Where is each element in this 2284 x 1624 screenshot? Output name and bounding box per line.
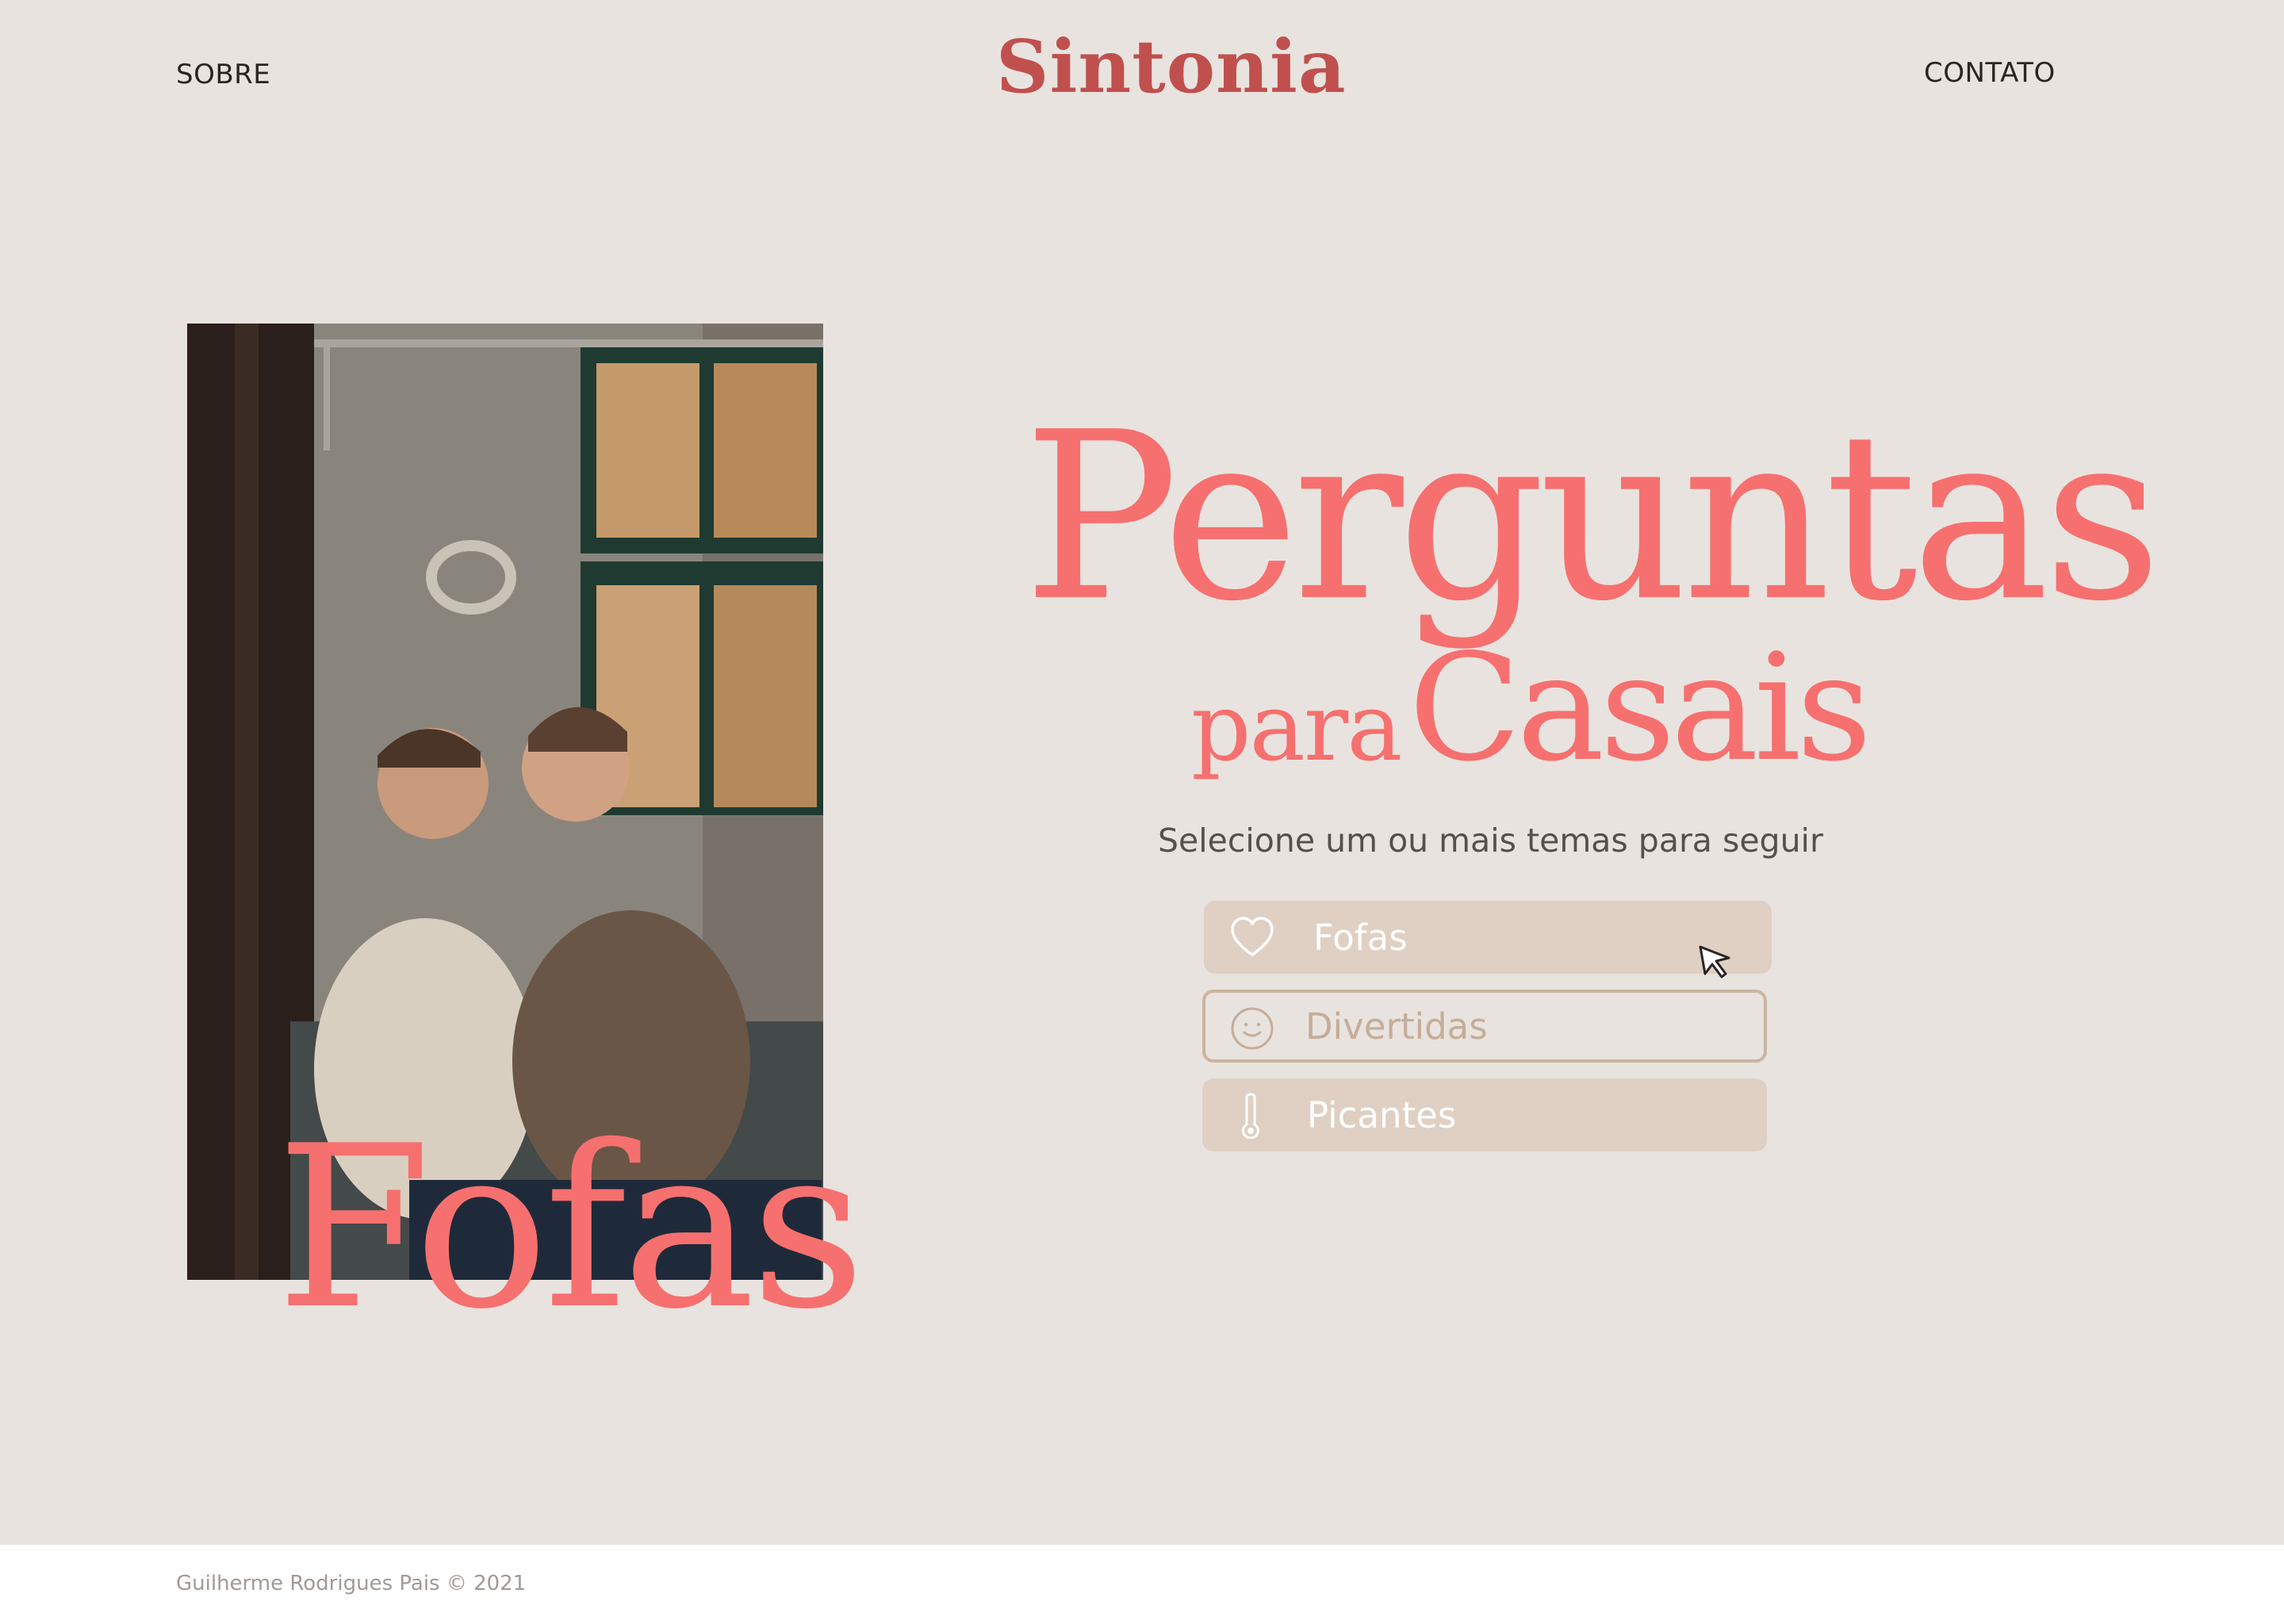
- theme-button-divertidas[interactable]: Divertidas: [1202, 990, 1767, 1063]
- theme-button-fofas[interactable]: Fofas: [1204, 901, 1772, 974]
- theme-button-picantes[interactable]: Picantes: [1202, 1078, 1767, 1151]
- theme-label: Fofas: [1313, 917, 1408, 959]
- brand-logo[interactable]: Sintonia: [996, 30, 1347, 103]
- heart-icon: [1229, 915, 1275, 961]
- nav-link-about[interactable]: SOBRE: [176, 59, 270, 90]
- smile-icon: [1229, 1004, 1275, 1050]
- headline-title: Perguntas: [1023, 382, 2162, 652]
- theme-label: Picantes: [1307, 1094, 1457, 1136]
- instruction-text: Selecione um ou mais temas para seguir: [1158, 822, 1823, 860]
- thermometer-icon: [1228, 1093, 1274, 1139]
- headline-connector: para: [1191, 672, 1403, 782]
- footer-credit: Guilherme Rodrigues Pais © 2021: [176, 1572, 527, 1595]
- mouse-cursor-icon: [1697, 944, 1734, 980]
- headline-subtitle-word: Casais: [1408, 622, 1872, 794]
- theme-label: Divertidas: [1305, 1005, 1488, 1048]
- photo-caption: Fofas: [276, 1097, 865, 1358]
- nav-link-contact[interactable]: CONTATO: [1924, 57, 2056, 89]
